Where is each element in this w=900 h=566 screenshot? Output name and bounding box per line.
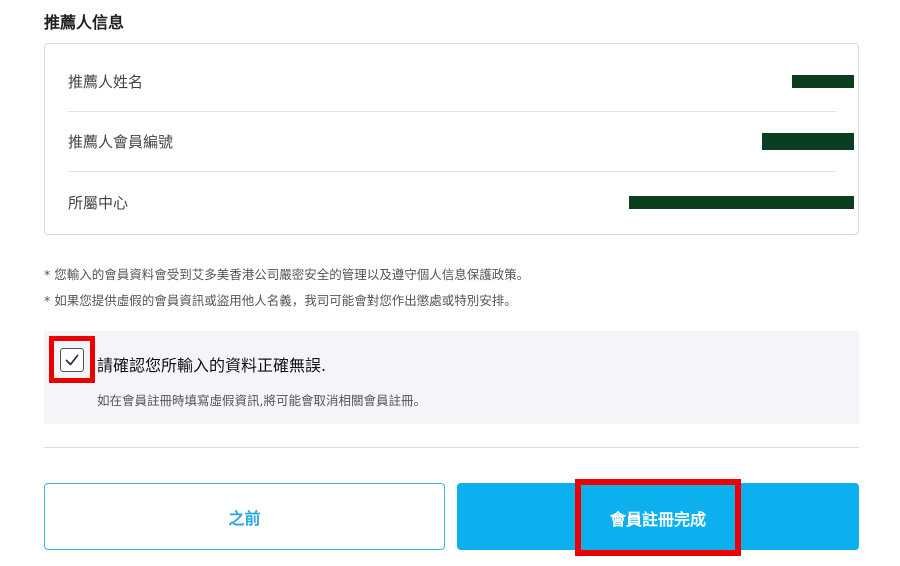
referrer-info-box: 推薦人姓名 推薦人會員編號 所屬中心 [44, 43, 859, 235]
confirm-panel: 請確認您所輸入的資料正確無誤. 如在會員註冊時填寫虛假資訊,將可能會取消相關會員… [44, 331, 859, 424]
referrer-id-value [762, 133, 854, 150]
confirm-checkbox[interactable] [60, 347, 84, 372]
previous-button[interactable]: 之前 [44, 483, 445, 550]
checkbox-highlight [49, 336, 95, 383]
checkmark-icon [65, 354, 79, 365]
privacy-notes: * 您輸入的會員資料會受到艾多美香港公司嚴密安全的管理以及遵守個人信息保護政策。… [44, 262, 529, 314]
referrer-name-row: 推薦人姓名 [68, 52, 854, 112]
divider [44, 447, 859, 448]
submit-highlight: 會員註冊完成 [575, 479, 741, 556]
referrer-center-label: 所屬中心 [68, 193, 129, 212]
referrer-center-row: 所屬中心 [68, 172, 854, 232]
referrer-center-value [629, 195, 854, 209]
complete-registration-button[interactable]: 會員註冊完成 [457, 479, 859, 556]
referrer-name-value [792, 75, 854, 88]
false-info-note: * 如果您提供虛假的會員資訊或盜用他人名義，我司可能會對您作出懲處或特別安排。 [44, 293, 517, 308]
privacy-note: * 您輸入的會員資料會受到艾多美香港公司嚴密安全的管理以及遵守個人信息保護政策。 [44, 267, 530, 282]
section-title: 推薦人信息 [44, 13, 125, 32]
complete-registration-label: 會員註冊完成 [609, 509, 706, 529]
confirm-subtext: 如在會員註冊時填寫虛假資訊,將可能會取消相關會員註冊。 [97, 393, 426, 408]
referrer-name-label: 推薦人姓名 [68, 73, 144, 91]
referrer-id-label: 推薦人會員編號 [68, 133, 174, 151]
referrer-id-row: 推薦人會員編號 [68, 112, 854, 172]
confirm-label[interactable]: 請確認您所輸入的資料正確無誤. [97, 352, 326, 376]
